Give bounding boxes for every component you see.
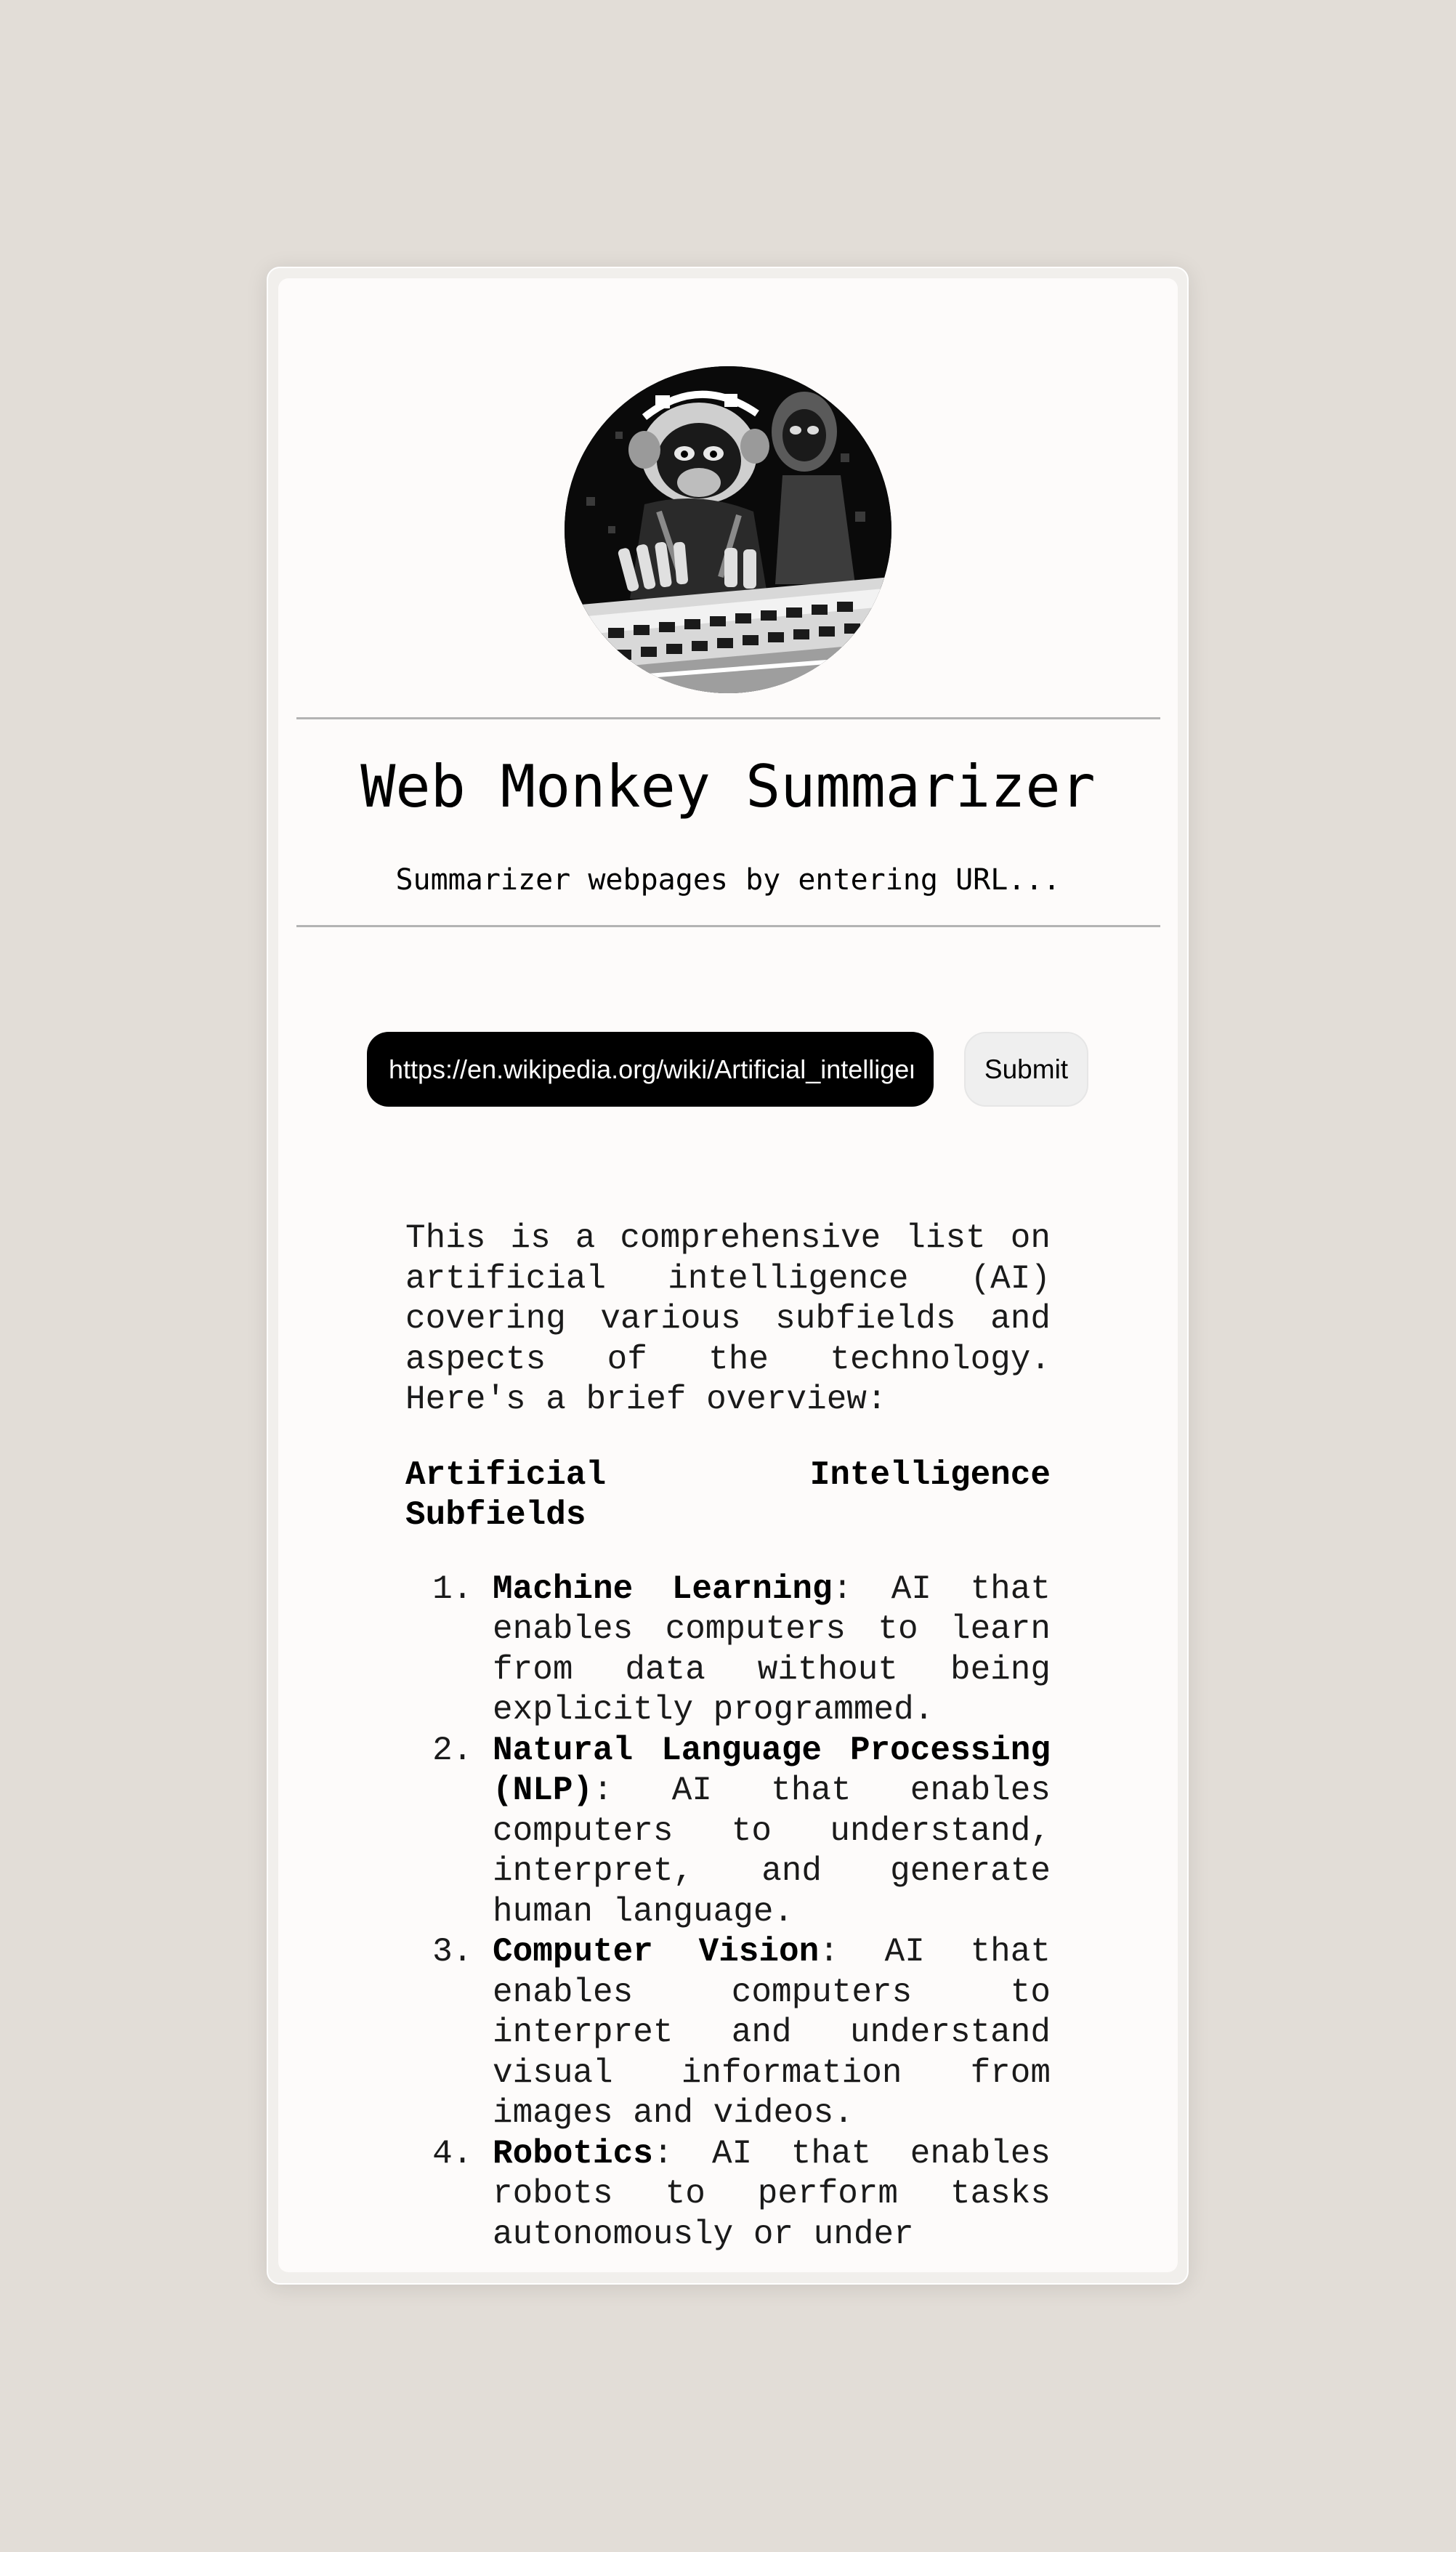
summary-heading: Artificial Intelligence Subfields <box>405 1455 1051 1535</box>
list-item-title: Machine Learning <box>493 1570 833 1608</box>
page-subtitle: Summarizer webpages by entering URL... <box>395 863 1061 897</box>
list-item: Computer Vision: AI that enables compute… <box>493 1932 1051 2134</box>
list-item-title: Computer Vision <box>493 1933 820 1971</box>
main-card: Web Monkey Summarizer Summarizer webpage… <box>278 278 1178 2272</box>
header-divider-top <box>296 717 1160 719</box>
header-divider-bottom <box>296 925 1160 927</box>
submit-button[interactable]: Submit <box>964 1032 1088 1107</box>
summary-output: This is a comprehensive list on artifici… <box>405 1219 1051 2255</box>
summary-list: Machine Learning: AI that enables comput… <box>405 1570 1051 2256</box>
url-input[interactable] <box>367 1032 934 1107</box>
list-item: Natural Language Processing (NLP): AI th… <box>493 1731 1051 1933</box>
list-item: Machine Learning: AI that enables comput… <box>493 1570 1051 1731</box>
list-item: Robotics: AI that enables robots to perf… <box>493 2134 1051 2256</box>
list-item-title: Robotics <box>493 2134 653 2173</box>
monkey-avatar-icon <box>565 366 891 693</box>
summary-intro: This is a comprehensive list on artifici… <box>405 1219 1051 1418</box>
page-title: Web Monkey Summarizer <box>360 753 1096 820</box>
